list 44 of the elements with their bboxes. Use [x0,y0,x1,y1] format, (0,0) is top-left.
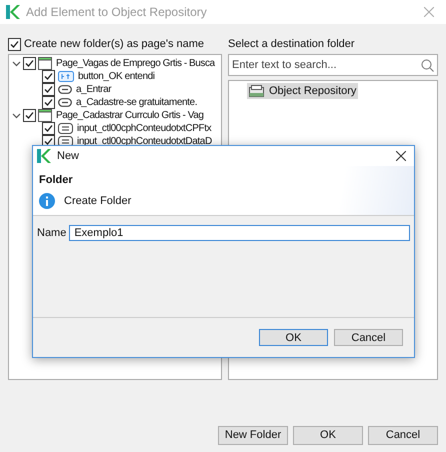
collapse-icon[interactable] [12,59,21,68]
search-field[interactable]: Enter text to search... [228,54,438,76]
dialog-title: New [57,148,80,164]
input-icon [58,123,73,134]
checkbox-label: Create new folder(s) as page's name [24,36,204,52]
link-icon [58,85,72,94]
section-label: Select a destination folder [228,37,356,51]
dialog-heading: Folder [39,173,74,188]
link-icon [58,98,72,107]
tree-item[interactable]: input_ctl00cphConteudotxtDataD [77,134,212,149]
tree-item[interactable]: a_Cadastre-se gratuitamente. [76,95,198,110]
dialog-button[interactable]: Cancel [334,329,403,346]
page-icon [38,109,52,122]
tree-item[interactable]: a_Entrar [76,82,112,97]
checkbox[interactable] [8,38,21,50]
checkbox[interactable] [42,70,55,83]
dialog-button[interactable]: OK [259,329,328,346]
tree-item[interactable]: input_ctl00cphConteudotxtCPFtx [77,121,212,136]
button-icon [58,71,74,82]
dialog-message: Create Folder [64,194,132,208]
tree-item[interactable]: Page_Vagas de Emprego Grtis - Busca [56,56,215,71]
field-label: Name [37,226,66,241]
tree-item[interactable]: button_OK entendi [78,69,155,84]
dialog-button[interactable]: OK [293,426,363,445]
window-title: Add Element to Object Repository [26,4,207,21]
tree-item[interactable]: Page_Cadastrar Currculo Grtis - Vag [56,108,204,123]
search-input[interactable]: Enter text to search... [232,56,421,74]
info-icon [39,192,55,209]
checkbox[interactable] [23,109,36,122]
logo-icon [6,5,20,19]
search-icon[interactable] [421,58,434,72]
logo-icon [37,149,51,163]
checkbox[interactable] [42,122,55,135]
repository-icon [249,85,264,97]
collapse-icon[interactable] [12,111,21,120]
close-icon[interactable] [396,151,406,161]
page-icon [38,57,52,70]
checkbox[interactable] [42,96,55,109]
checkbox[interactable] [42,83,55,96]
checkbox[interactable] [23,57,36,70]
dialog-button[interactable]: New Folder [218,426,288,445]
dialog-button[interactable]: Cancel [368,426,438,445]
name-field[interactable]: Exemplo1 [69,225,410,242]
folder-item[interactable]: Object Repository [247,83,358,99]
